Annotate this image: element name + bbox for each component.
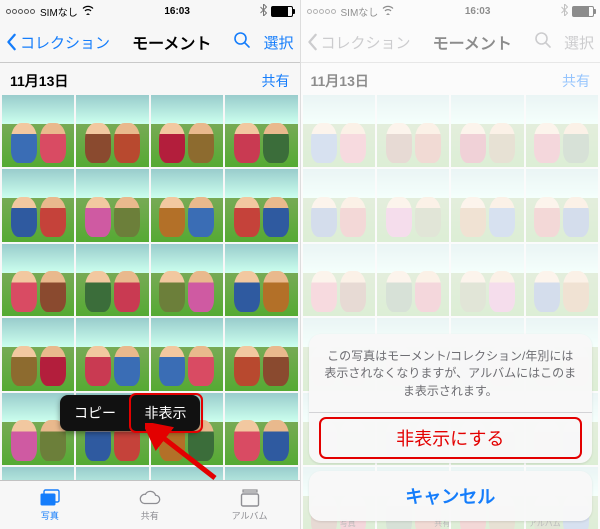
- nav-bar: コレクション モーメント 選択: [0, 22, 300, 63]
- action-sheet: この写真はモーメント/コレクション/年別には表示されなくなりますが、アルバムには…: [309, 334, 593, 521]
- photo-thumbnail[interactable]: [225, 244, 297, 316]
- tab-albums-label: アルバム: [232, 509, 268, 522]
- context-copy[interactable]: コピー: [60, 395, 130, 431]
- select-button[interactable]: 選択: [263, 32, 293, 53]
- photo-thumbnail[interactable]: [76, 95, 148, 167]
- cloud-icon: [138, 488, 162, 508]
- tab-photos-label: 写真: [41, 509, 59, 522]
- bluetooth-icon: [260, 4, 267, 19]
- annotation-arrow-icon: [145, 423, 225, 483]
- photo-thumbnail[interactable]: [151, 169, 223, 241]
- clock: 16:03: [164, 6, 190, 17]
- section-header: 11月13日 共有: [0, 63, 300, 95]
- tab-albums[interactable]: アルバム: [200, 481, 300, 529]
- photo-thumbnail[interactable]: [76, 318, 148, 390]
- search-button[interactable]: [233, 31, 251, 53]
- back-button[interactable]: コレクション: [6, 32, 110, 53]
- photo-thumbnail[interactable]: [76, 244, 148, 316]
- photo-thumbnail[interactable]: [225, 169, 297, 241]
- photo-thumbnail[interactable]: [2, 169, 74, 241]
- tab-photos[interactable]: 写真: [0, 481, 100, 529]
- battery-icon: [271, 6, 293, 17]
- search-icon: [233, 31, 251, 49]
- albums-icon: [238, 488, 262, 508]
- sheet-cancel-button[interactable]: キャンセル: [309, 471, 593, 521]
- sim-label: SIMなし: [40, 4, 78, 19]
- back-label: コレクション: [20, 32, 110, 53]
- tab-shared[interactable]: 共有: [100, 481, 200, 529]
- tab-shared-label: 共有: [141, 509, 159, 522]
- sheet-cancel-label: キャンセル: [405, 487, 495, 507]
- photo-thumbnail[interactable]: [151, 244, 223, 316]
- photo-thumbnail[interactable]: [151, 95, 223, 167]
- section-date: 11月13日: [10, 71, 68, 91]
- photo-thumbnail[interactable]: [76, 169, 148, 241]
- photo-thumbnail[interactable]: [225, 95, 297, 167]
- photos-icon: [38, 488, 62, 508]
- photo-thumbnail[interactable]: [151, 318, 223, 390]
- status-bar: SIMなし 16:03: [0, 0, 300, 22]
- photo-thumbnail[interactable]: [225, 318, 297, 390]
- sheet-message: この写真はモーメント/コレクション/年別には表示されなくなりますが、アルバムには…: [309, 334, 593, 412]
- photo-thumbnail[interactable]: [2, 244, 74, 316]
- signal-dots-icon: [6, 6, 36, 17]
- photo-thumbnail[interactable]: [2, 95, 74, 167]
- section-share-button[interactable]: 共有: [262, 71, 290, 91]
- wifi-icon: [82, 5, 94, 18]
- photo-thumbnail[interactable]: [225, 393, 297, 465]
- tab-bar: 写真 共有 アルバム: [0, 480, 300, 529]
- sheet-hide-label: 非表示にする: [396, 429, 504, 449]
- chevron-left-icon: [6, 33, 18, 51]
- sheet-hide-action[interactable]: 非表示にする: [309, 412, 593, 463]
- photo-thumbnail[interactable]: [2, 318, 74, 390]
- page-title: モーメント: [132, 30, 211, 54]
